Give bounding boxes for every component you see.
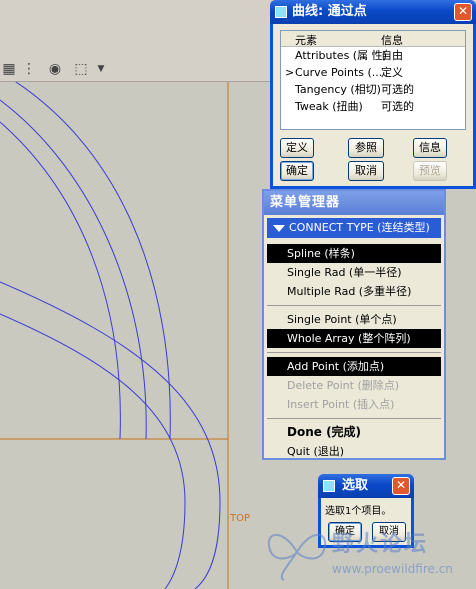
butterfly-logo-icon	[267, 533, 327, 581]
row-element: Attributes (属 性)	[295, 49, 387, 62]
watermark-text: 野火论坛	[332, 532, 429, 557]
tree-icon[interactable]: ⋮	[20, 60, 38, 78]
menu-item-add-point[interactable]: Add Point (添加点)	[267, 357, 441, 376]
menu-item-delete-point: Delete Point (删除点)	[287, 379, 400, 392]
define-button[interactable]: 定义	[280, 138, 314, 158]
list-row-tweak[interactable]: Tweak (扭曲) 可选的	[281, 98, 465, 115]
row-element: Tangency (相切)	[295, 83, 381, 96]
menu-manager: 菜单管理器 CONNECT TYPE (连结类型) Spline (样条) Si…	[262, 189, 446, 460]
element-list: 元素 信息 Attributes (属 性) 自由 > Curve Points…	[280, 30, 466, 130]
refs-button[interactable]: 参照	[348, 138, 384, 158]
select-message: 选取1个项目。	[325, 506, 392, 517]
menu-manager-title[interactable]: 菜单管理器	[264, 191, 444, 215]
menu-separator	[267, 418, 441, 419]
menu-item-insert-point: Insert Point (插入点)	[287, 398, 395, 411]
ok-button[interactable]: 确定	[280, 161, 314, 181]
watermark-url: www.proewildfire.cn	[332, 562, 453, 576]
row-element: Tweak (扭曲)	[295, 100, 363, 113]
column-element: 元素	[295, 34, 317, 47]
watermark: 野火论坛 www.proewildfire.cn	[262, 522, 476, 584]
curve-dialog-title: 曲线: 通过点	[292, 4, 367, 19]
row-info: 可选的	[381, 100, 414, 113]
list-row-attributes[interactable]: Attributes (属 性) 自由	[281, 47, 465, 64]
select-box-icon[interactable]: ⬚	[72, 60, 90, 78]
column-info: 信息	[381, 34, 403, 47]
curve-dialog-titlebar[interactable]: 曲线: 通过点 ✕	[270, 0, 476, 24]
menu-separator	[267, 352, 441, 353]
list-row-curve-points[interactable]: > Curve Points (... 定义	[281, 64, 465, 81]
arc-1	[0, 281, 221, 589]
close-icon[interactable]: ✕	[392, 477, 410, 495]
row-info: 自由	[381, 49, 403, 62]
collapse-triangle-icon	[273, 225, 285, 232]
menu-item-done[interactable]: Done (完成)	[267, 423, 441, 442]
window-icon	[275, 6, 287, 18]
layer-icon[interactable]: ▦	[0, 60, 18, 78]
list-header: 元素 信息	[281, 31, 465, 47]
row-info: 可选的	[381, 83, 414, 96]
menu-item-whole-array[interactable]: Whole Array (整个阵列)	[267, 329, 441, 348]
list-row-tangency[interactable]: Tangency (相切) 可选的	[281, 81, 465, 98]
dropdown-arrow-icon[interactable]: ▼	[92, 60, 110, 78]
curve-dialog: 曲线: 通过点 ✕ 元素 信息 Attributes (属 性) 自由 > Cu…	[270, 0, 476, 189]
window-icon	[323, 480, 335, 492]
row-element: Curve Points (...	[295, 66, 383, 79]
datum-label-top: TOP	[230, 513, 251, 524]
menu-item-quit[interactable]: Quit (退出)	[267, 442, 441, 461]
menu-item-multiple-rad[interactable]: Multiple Rad (多重半径)	[267, 282, 441, 301]
select-dialog-titlebar[interactable]: 选取 ✕	[318, 474, 414, 498]
preview-button[interactable]: 预览	[413, 161, 447, 181]
close-icon[interactable]: ✕	[454, 3, 472, 21]
info-button[interactable]: 信息	[413, 138, 447, 158]
binoculars-icon[interactable]: ◉	[46, 60, 64, 78]
connect-type-header[interactable]: CONNECT TYPE (连结类型)	[267, 218, 441, 238]
row-marker: >	[285, 66, 295, 79]
menu-item-single-point[interactable]: Single Point (单个点)	[267, 310, 441, 329]
curve-2	[0, 99, 147, 440]
menu-item-single-rad[interactable]: Single Rad (单一半径)	[267, 263, 441, 282]
select-dialog-title: 选取	[342, 478, 369, 493]
cancel-button[interactable]: 取消	[348, 161, 384, 181]
connect-type-label: CONNECT TYPE (连结类型)	[289, 221, 430, 234]
arc-2	[0, 313, 186, 589]
menu-item-spline[interactable]: Spline (样条)	[267, 244, 441, 263]
menu-separator	[267, 305, 441, 306]
row-info: 定义	[381, 66, 403, 79]
